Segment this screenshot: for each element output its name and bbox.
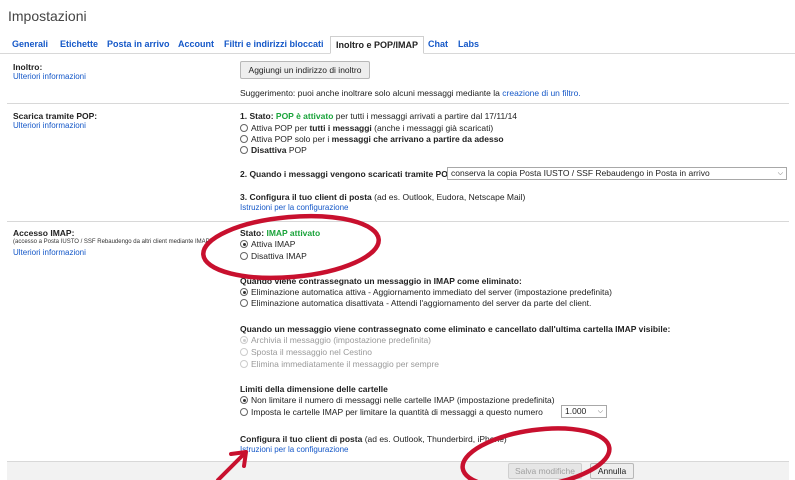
imap-expunged-heading: Quando un messaggio viene contrassegnato… (240, 324, 671, 334)
imap-trash-label: Sposta il messaggio nel Cestino (251, 347, 372, 357)
imap-configure-text: Configura il tuo client di posta (ad es.… (240, 434, 507, 444)
imap-label: Accesso IMAP: (13, 228, 75, 238)
imap-status: Stato: IMAP attivato (240, 228, 320, 238)
imap-auto-expunge-off-radio[interactable] (240, 299, 248, 307)
cancel-button[interactable]: Annulla (590, 463, 634, 479)
imap-no-limit-radio[interactable] (240, 396, 248, 404)
imap-delete-forever-label: Elimina immediatamente il messaggio per … (251, 359, 440, 369)
imap-trash-radio[interactable] (240, 348, 248, 356)
imap-folder-limits-heading: Limiti della dimensione delle cartelle (240, 384, 388, 394)
pop-from-now-pre: Attiva POP solo per i (251, 134, 330, 144)
imap-enable-label: Attiva IMAP (251, 239, 296, 249)
pop-when-accessed-label: 2. Quando i messaggi vengono scaricati t… (240, 169, 454, 179)
imap-disable-radio[interactable] (240, 252, 248, 260)
settings-tabs: Generali Etichette Posta in arrivo Accou… (0, 36, 795, 54)
pop-configure-bold: 3. Configura il tuo client di posta (240, 192, 372, 202)
tab-generali[interactable]: Generali (12, 39, 48, 49)
pop-all-radio[interactable] (240, 124, 248, 132)
imap-sublabel: (accesso a Posta IUSTO / SSF Rebaudengo … (13, 239, 212, 245)
imap-configuration-instructions-link[interactable]: Istruzioni per la configurazione (240, 445, 349, 454)
imap-delete-forever-radio[interactable] (240, 360, 248, 368)
imap-learn-more-link[interactable]: Ulteriori informazioni (13, 248, 86, 257)
pop-status-suffix: per tutti i messaggi arrivati a partire … (335, 111, 518, 121)
pop-from-now-radio[interactable] (240, 135, 248, 143)
pop-when-accessed-select[interactable]: conserva la copia Posta IUSTO / SSF Reba… (447, 167, 787, 180)
imap-deleted-heading: Quando viene contrassegnato un messaggio… (240, 276, 522, 286)
imap-auto-expunge-off-label: Eliminazione automatica disattivata - At… (251, 298, 592, 308)
pop-when-accessed-value: conserva la copia Posta IUSTO / SSF Reba… (451, 168, 710, 178)
tab-etichette[interactable]: Etichette (60, 39, 98, 49)
imap-limit-radio[interactable] (240, 408, 248, 416)
save-changes-button[interactable]: Salva modifiche (508, 463, 582, 479)
pop-learn-more-link[interactable]: Ulteriori informazioni (13, 121, 86, 130)
pop-status-value: POP è attivato (275, 111, 334, 121)
imap-archive-label: Archivia il messaggio (impostazione pred… (251, 335, 431, 345)
forwarding-learn-more-link[interactable]: Ulteriori informazioni (13, 72, 86, 81)
pop-configure-text: 3. Configura il tuo client di posta (ad … (240, 192, 525, 202)
pop-section: Scarica tramite POP: Ulteriori informazi… (7, 103, 789, 221)
tab-posta-in-arrivo[interactable]: Posta in arrivo (107, 39, 170, 49)
tab-chat[interactable]: Chat (428, 39, 448, 49)
imap-disable-label: Disattiva IMAP (251, 251, 307, 261)
pop-configuration-instructions-link[interactable]: Istruzioni per la configurazione (240, 203, 349, 212)
chevron-down-icon: ⌵ (597, 408, 603, 415)
pop-all-post: (anche i messaggi già scaricati) (374, 123, 494, 133)
page-title: Impostazioni (8, 8, 87, 24)
pop-disable-bold: Disattiva (251, 145, 287, 155)
settings-footer (7, 461, 789, 480)
imap-section: Accesso IMAP: (accesso a Posta IUSTO / S… (7, 221, 789, 461)
add-forwarding-address-button[interactable]: Aggiungi un indirizzo di inoltro (240, 61, 370, 79)
forwarding-tip: Suggerimento: puoi anche inoltrare solo … (240, 88, 581, 98)
tab-account[interactable]: Account (178, 39, 214, 49)
imap-archive-radio[interactable] (240, 336, 248, 344)
pop-status: 1. Stato: POP è attivato per tutti i mes… (240, 111, 517, 121)
imap-configure-bold: Configura il tuo client di posta (240, 434, 363, 444)
pop-from-now-bold: messaggi che arrivano a partire da adess… (331, 134, 504, 144)
pop-all-bold: tutti i messaggi (309, 123, 372, 133)
forwarding-tip-text: Suggerimento: puoi anche inoltrare solo … (240, 88, 500, 98)
imap-enable-radio[interactable] (240, 240, 248, 248)
imap-limit-label: Imposta le cartelle IMAP per limitare la… (251, 407, 543, 417)
forwarding-section: Inoltro: Ulteriori informazioni Aggiungi… (7, 57, 789, 103)
create-filter-link[interactable]: creazione di un filtro. (502, 88, 580, 98)
pop-status-prefix: 1. Stato: (240, 111, 274, 121)
imap-auto-expunge-on-radio[interactable] (240, 288, 248, 296)
chevron-down-icon: ⌵ (777, 170, 783, 177)
tab-labs[interactable]: Labs (458, 39, 479, 49)
imap-status-prefix: Stato: (240, 228, 265, 238)
tab-inoltro-pop-imap[interactable]: Inoltro e POP/IMAP (330, 36, 425, 54)
pop-configure-rest: (ad es. Outlook, Eudora, Netscape Mail) (374, 192, 526, 202)
pop-from-now-label: Attiva POP solo per i messaggi che arriv… (251, 134, 504, 144)
imap-folder-limit-select[interactable]: 1.000 ⌵ (561, 405, 607, 418)
pop-label: Scarica tramite POP: (13, 111, 98, 121)
pop-disable-radio[interactable] (240, 146, 248, 154)
pop-disable-label: Disattiva POP (251, 145, 307, 155)
pop-all-pre: Attiva POP per (251, 123, 308, 133)
tab-filtri[interactable]: Filtri e indirizzi bloccati (224, 39, 324, 49)
forwarding-label: Inoltro: (13, 62, 43, 72)
pop-all-label: Attiva POP per tutti i messaggi (anche i… (251, 123, 493, 133)
imap-no-limit-label: Non limitare il numero di messaggi nelle… (251, 395, 555, 405)
imap-folder-limit-value: 1.000 (565, 406, 587, 416)
imap-status-value: IMAP attivato (266, 228, 321, 238)
imap-configure-rest: (ad es. Outlook, Thunderbird, iPhone) (364, 434, 507, 444)
imap-auto-expunge-on-label: Eliminazione automatica attiva - Aggiorn… (251, 287, 612, 297)
pop-disable-post: POP (288, 145, 307, 155)
